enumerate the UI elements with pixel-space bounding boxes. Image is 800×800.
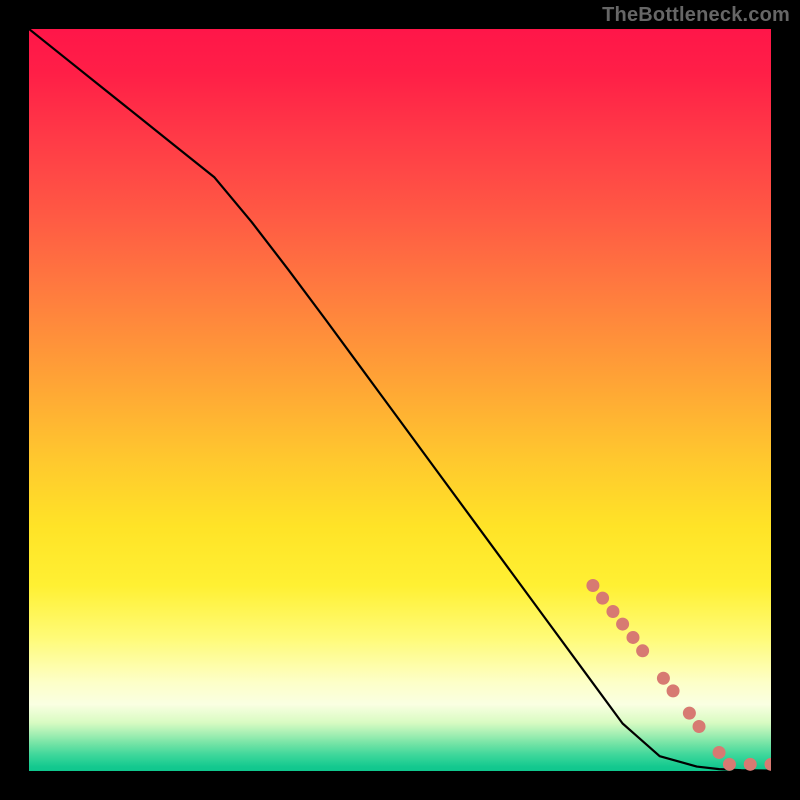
plot-area xyxy=(29,29,771,771)
marker-dot xyxy=(723,758,736,771)
marker-dot xyxy=(596,592,609,605)
marker-dot xyxy=(606,605,619,618)
marker-dot xyxy=(667,684,680,697)
marker-dot xyxy=(765,758,772,771)
marker-dots xyxy=(586,579,771,771)
marker-dot xyxy=(616,618,629,631)
marker-dot xyxy=(636,644,649,657)
marker-dot xyxy=(683,707,696,720)
marker-dot xyxy=(626,631,639,644)
bottleneck-curve xyxy=(29,29,771,771)
marker-dot xyxy=(744,758,757,771)
marker-dot xyxy=(713,746,726,759)
watermark-text: TheBottleneck.com xyxy=(602,4,790,27)
chart-stage: TheBottleneck.com xyxy=(0,0,800,800)
chart-overlay xyxy=(29,29,771,771)
marker-dot xyxy=(657,672,670,685)
marker-dot xyxy=(586,579,599,592)
marker-dot xyxy=(693,720,706,733)
